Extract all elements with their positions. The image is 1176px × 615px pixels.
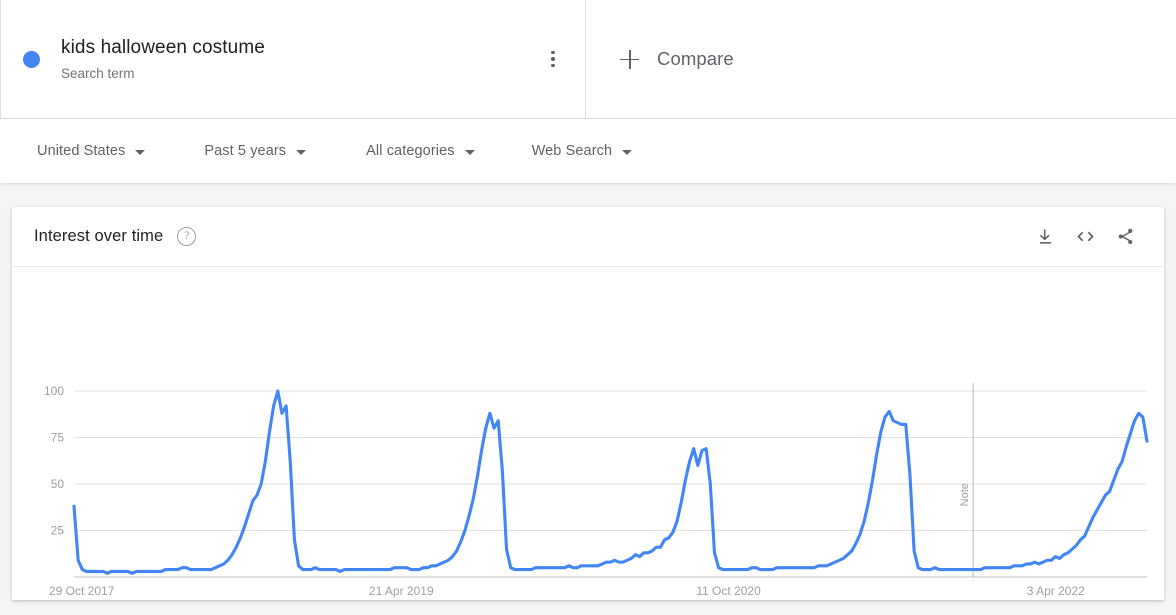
kebab-dot [551, 57, 555, 61]
page-title: Interest over time [34, 227, 164, 245]
x-axis-tick-label: 21 Apr 2019 [369, 584, 434, 598]
chevron-down-icon [464, 149, 475, 155]
kebab-dot [551, 63, 555, 68]
more-vert-icon[interactable] [541, 47, 565, 71]
card-header: Interest over time ? [12, 207, 1164, 267]
y-axis-tick-label: 25 [51, 524, 65, 538]
chart-plot-area: 100 75 50 25 Note 29 Oct 2017 21 Apr 2019 11 Oc… [12, 267, 1164, 599]
filter-time-range[interactable]: Past 5 years [204, 143, 307, 159]
search-term-title: kids halloween costume [61, 36, 265, 58]
trend-line-chart[interactable]: 100 75 50 25 Note 29 Oct 2017 21 Apr 2019 11 Oc… [12, 267, 1164, 599]
chevron-down-icon [296, 149, 307, 155]
filter-search-type[interactable]: Web Search [532, 143, 633, 159]
interest-over-time-card: Interest over time ? 100 75 50 25 Note 2… [12, 207, 1164, 600]
x-axis-tick-label: 11 Oct 2020 [696, 584, 761, 598]
series-color-dot [23, 50, 40, 68]
filter-time-range-label: Past 5 years [204, 143, 287, 159]
plus-icon [620, 49, 639, 69]
kebab-dot [551, 50, 555, 55]
share-icon[interactable] [1108, 220, 1142, 254]
download-icon[interactable] [1028, 220, 1062, 254]
filter-location-label: United States [37, 143, 126, 159]
filter-category-label: All categories [366, 143, 455, 159]
filter-category[interactable]: All categories [366, 143, 475, 159]
y-axis-tick-label: 75 [51, 431, 65, 445]
chevron-down-icon [135, 149, 146, 155]
search-term-card[interactable]: kids halloween costume Search term [0, 0, 586, 118]
filter-bar: United States Past 5 years All categorie… [0, 119, 1176, 183]
embed-code-icon[interactable] [1068, 220, 1102, 254]
question-mark-icon[interactable]: ? [177, 227, 197, 246]
search-term-subtitle: Search term [61, 65, 135, 81]
add-comparison-button[interactable]: Compare [586, 0, 1176, 118]
filter-location[interactable]: United States [37, 143, 146, 159]
card-toolbar [1022, 220, 1142, 254]
chevron-down-icon [622, 149, 633, 155]
search-term-texts: kids halloween costume Search term [61, 35, 265, 84]
x-axis-tick-label: 3 Apr 2022 [1027, 584, 1085, 598]
y-axis-tick-label: 50 [51, 477, 65, 491]
x-axis-tick-label: 29 Oct 2017 [49, 584, 115, 598]
trend-line-path [72, 389, 1149, 575]
filter-search-type-label: Web Search [531, 143, 613, 159]
compare-label: Compare [657, 48, 734, 69]
y-axis-tick-label: 100 [44, 384, 64, 398]
search-term-bar: kids halloween costume Search term Compa… [0, 0, 1176, 119]
note-annotation-label: Note [959, 483, 971, 506]
